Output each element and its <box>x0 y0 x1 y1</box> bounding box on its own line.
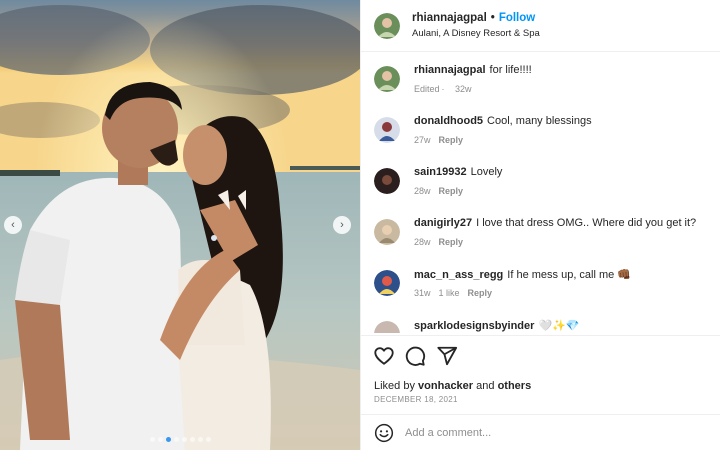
avatar[interactable] <box>374 117 400 143</box>
add-comment-input[interactable] <box>405 423 705 443</box>
comment-item: donaldhood5 Cool, many blessings 27w Reply <box>361 104 720 154</box>
carousel-next-button[interactable]: › <box>333 216 351 234</box>
comment-text: I love that dress OMG.. Where did you ge… <box>476 217 697 229</box>
author-username[interactable]: rhiannajagpal <box>412 12 487 24</box>
post-actions <box>361 335 720 375</box>
comment-item: danigirly27 I love that dress OMG.. Where… <box>361 206 720 256</box>
comment-username[interactable]: sain19932 <box>414 166 467 178</box>
comment-username[interactable]: rhiannajagpal <box>414 64 486 76</box>
comment-likes[interactable]: 1 like <box>439 288 460 298</box>
carousel-dot <box>181 437 187 442</box>
avatar[interactable] <box>374 219 400 245</box>
likes-prefix: Liked by <box>374 380 415 392</box>
add-comment-bar <box>361 414 720 450</box>
comment-text: Cool, many blessings <box>487 115 592 127</box>
avatar[interactable] <box>374 168 400 194</box>
heart-icon[interactable] <box>373 345 395 367</box>
comment-text: If he mess up, call me 👊🏾 <box>507 269 632 281</box>
likes-user[interactable]: vonhacker <box>418 380 473 392</box>
likes-others[interactable]: others <box>498 380 532 392</box>
carousel-dot-active <box>165 437 171 442</box>
avatar[interactable] <box>374 270 400 296</box>
carousel-dot <box>205 437 211 442</box>
reply-button[interactable]: Reply <box>439 186 464 196</box>
comment-username[interactable]: donaldhood5 <box>414 115 483 127</box>
reply-button[interactable]: Reply <box>468 288 493 298</box>
carousel-dot <box>173 437 179 442</box>
likes-and: and <box>476 380 495 392</box>
comment-username[interactable]: mac_n_ass_regg <box>414 269 503 281</box>
chevron-right-icon: › <box>340 219 344 231</box>
comments-list[interactable]: rhiannajagpal for life!!!! Edited · 32w do… <box>361 53 720 333</box>
comment-text: for life!!!! <box>489 64 532 76</box>
carousel-dot <box>157 437 163 442</box>
carousel-dot <box>189 437 195 442</box>
author-avatar[interactable] <box>374 13 400 39</box>
caption: rhiannajagpal for life!!!! Edited · 32w <box>361 53 720 103</box>
comment-text: Lovely <box>470 166 503 178</box>
comment-item: sain19932 Lovely 28w Reply <box>361 155 720 205</box>
avatar[interactable] <box>374 66 400 92</box>
comment-icon[interactable] <box>404 345 426 367</box>
comment-age: 31w <box>414 288 431 298</box>
carousel-dot <box>149 437 155 442</box>
comment-age: 28w <box>414 237 431 247</box>
post-date: DECEMBER 18, 2021 <box>374 395 458 404</box>
post-header: rhiannajagpal • Follow Aulani, A Disney Re… <box>361 0 720 52</box>
likes-summary[interactable]: Liked by vonhacker and others <box>374 380 531 392</box>
share-icon[interactable] <box>436 345 458 367</box>
follow-button[interactable]: Follow <box>499 12 535 24</box>
post-location[interactable]: Aulani, A Disney Resort & Spa <box>412 28 540 39</box>
carousel-dot <box>197 437 203 442</box>
emoji-icon[interactable] <box>374 423 394 443</box>
comment-item: sparklodesignsbyinder 🤍✨💎 <box>361 308 720 333</box>
avatar[interactable] <box>374 321 400 333</box>
post-photo <box>0 0 360 450</box>
reply-button[interactable]: Reply <box>439 135 464 145</box>
chevron-left-icon: ‹ <box>11 219 15 231</box>
comment-username[interactable]: sparklodesignsbyinder <box>414 320 534 332</box>
comment-username[interactable]: danigirly27 <box>414 217 472 229</box>
comment-age: 28w <box>414 186 431 196</box>
edited-label: Edited <box>414 84 440 94</box>
post-media[interactable]: ‹ › <box>0 0 360 450</box>
carousel-indicator <box>0 437 360 442</box>
post-side-panel: rhiannajagpal • Follow Aulani, A Disney Re… <box>360 0 720 450</box>
comment-text: 🤍✨💎 <box>538 320 580 332</box>
comment-age: 27w <box>414 135 431 145</box>
reply-button[interactable]: Reply <box>439 237 464 247</box>
header-separator: • <box>490 12 495 24</box>
comment-item: mac_n_ass_regg If he mess up, call me 👊🏾 … <box>361 257 720 307</box>
comment-age: 32w <box>455 84 472 94</box>
carousel-prev-button[interactable]: ‹ <box>4 216 22 234</box>
